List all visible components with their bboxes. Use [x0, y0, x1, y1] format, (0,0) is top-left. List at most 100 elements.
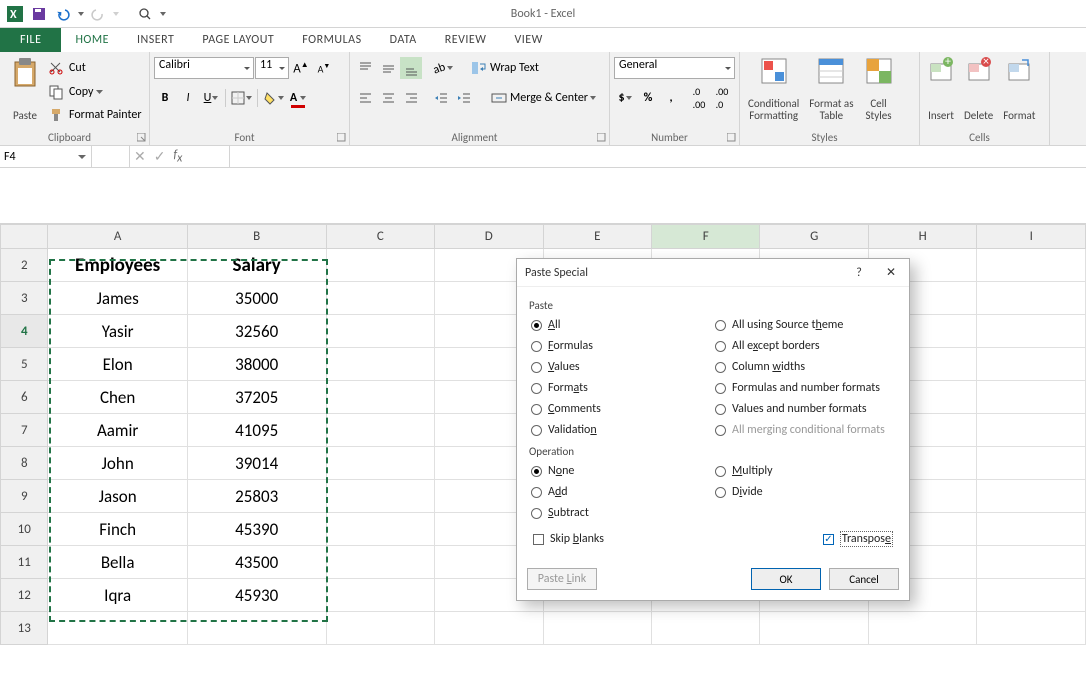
cut-button[interactable]: Cut	[48, 57, 142, 79]
radio-multiply[interactable]: Multiply	[713, 462, 897, 480]
clipboard-dialog-launcher[interactable]	[137, 133, 147, 143]
cell-A13[interactable]	[48, 612, 187, 645]
font-size-select[interactable]: 11	[255, 57, 289, 79]
cell-F13[interactable]	[652, 612, 760, 645]
cell-B9[interactable]: 25803	[187, 480, 326, 513]
cell-B10[interactable]: 45390	[187, 513, 326, 546]
col-header-B[interactable]: B	[187, 225, 326, 249]
row-header-7[interactable]: 7	[1, 414, 48, 447]
radio-comments[interactable]: Comments	[529, 400, 713, 418]
redo-dropdown[interactable]	[111, 3, 120, 25]
row-header-4[interactable]: 4	[1, 315, 48, 348]
radio-all-using-source-theme[interactable]: All using Source theme	[713, 316, 897, 334]
col-header-I[interactable]: I	[977, 225, 1086, 249]
format-cells-button[interactable]: Format	[999, 54, 1039, 124]
print-preview-button[interactable]	[134, 3, 156, 25]
radio-none[interactable]: None	[529, 462, 713, 480]
cell-I7[interactable]	[977, 414, 1086, 447]
tab-view[interactable]: VIEW	[500, 28, 556, 52]
cell-C5[interactable]	[326, 348, 434, 381]
row-header-2[interactable]: 2	[1, 249, 48, 282]
row-header-3[interactable]: 3	[1, 282, 48, 315]
bold-button[interactable]: B	[154, 87, 176, 109]
cell-I13[interactable]	[977, 612, 1086, 645]
skip-blanks-check[interactable]: Skip blanks	[531, 530, 606, 548]
cell-A11[interactable]: Bella	[48, 546, 187, 579]
paste-link-button[interactable]: Paste Link	[527, 568, 597, 590]
cell-B4[interactable]: 32560	[187, 315, 326, 348]
fill-color-button[interactable]	[261, 87, 286, 109]
cell-A9[interactable]: Jason	[48, 480, 187, 513]
radio-formats[interactable]: Formats	[529, 379, 713, 397]
col-header-G[interactable]: G	[760, 225, 868, 249]
decrease-font-button[interactable]: A▼	[313, 57, 335, 79]
orientation-button[interactable]: ab	[430, 57, 455, 79]
radio-all-except-borders[interactable]: All except borders	[713, 337, 897, 355]
radio-add[interactable]: Add	[529, 483, 713, 501]
cell-C6[interactable]	[326, 381, 434, 414]
cell-styles-button[interactable]: Cell Styles	[860, 54, 898, 124]
increase-decimal-button[interactable]: .0.00	[688, 87, 710, 109]
undo-button[interactable]	[52, 3, 74, 25]
tab-review[interactable]: REVIEW	[431, 28, 501, 52]
copy-button[interactable]: Copy	[48, 81, 142, 103]
tab-home[interactable]: HOME	[61, 28, 123, 52]
conditional-formatting-button[interactable]: Conditional Formatting	[744, 54, 803, 124]
dialog-titlebar[interactable]: Paste Special ? ✕	[517, 259, 909, 287]
cell-A4[interactable]: Yasir	[48, 315, 187, 348]
cell-B12[interactable]: 45930	[187, 579, 326, 612]
delete-cells-button[interactable]: ×Delete	[960, 54, 997, 124]
cell-C11[interactable]	[326, 546, 434, 579]
format-painter-button[interactable]: Format Painter	[48, 104, 142, 126]
redo-button[interactable]	[87, 3, 109, 25]
save-button[interactable]	[28, 3, 50, 25]
radio-values-and-number-formats[interactable]: Values and number formats	[713, 400, 897, 418]
cell-A10[interactable]: Finch	[48, 513, 187, 546]
number-dialog-launcher[interactable]	[727, 133, 737, 143]
align-left-button[interactable]	[354, 87, 376, 109]
row-header-6[interactable]: 6	[1, 381, 48, 414]
col-header-H[interactable]: H	[868, 225, 976, 249]
cell-A8[interactable]: John	[48, 447, 187, 480]
cell-H13[interactable]	[868, 612, 976, 645]
tab-data[interactable]: DATA	[376, 28, 431, 52]
align-middle-button[interactable]	[377, 57, 399, 79]
increase-indent-button[interactable]	[453, 87, 475, 109]
customize-qat[interactable]	[158, 3, 167, 25]
col-header-F[interactable]: F	[652, 225, 760, 249]
italic-button[interactable]: I	[177, 87, 199, 109]
cell-A6[interactable]: Chen	[48, 381, 187, 414]
col-header-C[interactable]: C	[326, 225, 434, 249]
row-header-11[interactable]: 11	[1, 546, 48, 579]
radio-column-widths[interactable]: Column widths	[713, 358, 897, 376]
radio-divide[interactable]: Divide	[713, 483, 897, 501]
tab-file[interactable]: FILE	[0, 28, 61, 52]
comma-button[interactable]: ,	[660, 87, 682, 109]
cell-B8[interactable]: 39014	[187, 447, 326, 480]
align-center-button[interactable]	[377, 87, 399, 109]
cell-A5[interactable]: Elon	[48, 348, 187, 381]
cell-A12[interactable]: Iqra	[48, 579, 187, 612]
cell-C13[interactable]	[326, 612, 434, 645]
undo-dropdown[interactable]	[76, 3, 85, 25]
underline-button[interactable]: U	[200, 87, 222, 109]
dialog-help-button[interactable]: ?	[849, 263, 869, 283]
align-right-button[interactable]	[400, 87, 422, 109]
cell-I8[interactable]	[977, 447, 1086, 480]
select-all-cell[interactable]	[1, 225, 48, 249]
format-as-table-button[interactable]: Format as Table	[805, 54, 857, 124]
enter-formula-icon[interactable]: ✓	[154, 148, 166, 165]
align-top-button[interactable]	[354, 57, 376, 79]
increase-font-button[interactable]: A▲	[290, 57, 312, 79]
number-format-select[interactable]: General	[614, 57, 735, 79]
font-dialog-launcher[interactable]	[337, 133, 347, 143]
cell-I4[interactable]	[977, 315, 1086, 348]
radio-validation[interactable]: Validation	[529, 421, 713, 439]
cell-I9[interactable]	[977, 480, 1086, 513]
transpose-check[interactable]: Transpose	[821, 530, 895, 548]
borders-button[interactable]	[229, 87, 254, 109]
insert-cells-button[interactable]: +Insert	[924, 54, 958, 124]
cell-E13[interactable]	[543, 612, 651, 645]
formula-bar[interactable]	[0, 168, 1086, 224]
row-header-12[interactable]: 12	[1, 579, 48, 612]
